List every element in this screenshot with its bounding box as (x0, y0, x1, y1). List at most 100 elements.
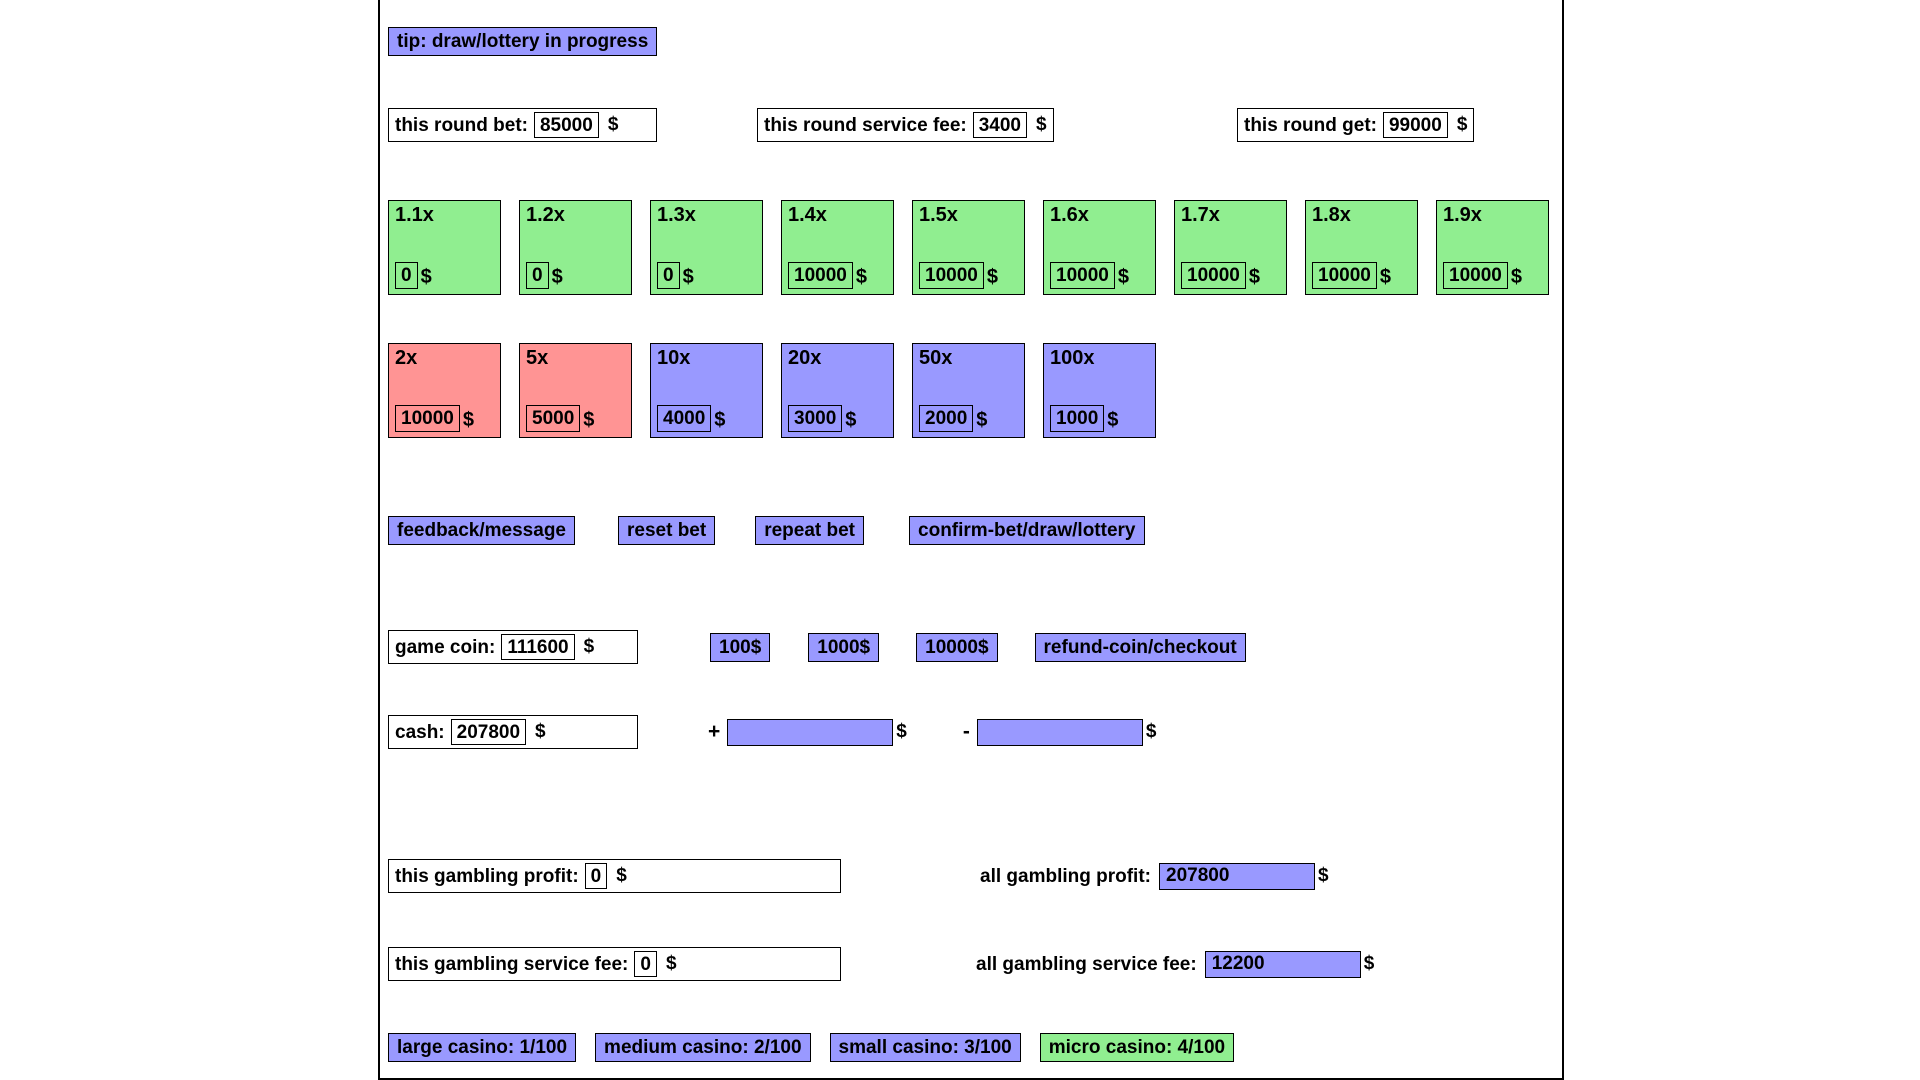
cash-add-unit: $ (896, 721, 907, 742)
bet-tile-amount-input[interactable]: 10000 (1050, 262, 1115, 289)
this-round-service-fee-group: this round service fee: 3400 $ (757, 108, 1054, 142)
bet-tile-amount-input[interactable]: 2000 (919, 405, 974, 432)
bet-tile-amount-unit: $ (986, 266, 998, 288)
action-buttons-row: feedback/message reset bet repeat bet co… (388, 516, 1145, 545)
bet-tile-amount-input[interactable]: 10000 (919, 262, 984, 289)
cash-label: cash: (395, 721, 445, 743)
bet-tile-20x[interactable]: 20x 3000 $ (781, 343, 894, 438)
game-coin-box: game coin: 111600 $ (388, 630, 638, 664)
buy-coin-100-button[interactable]: 100$ (710, 632, 771, 662)
bet-tile-multiplier-label: 5x (526, 347, 549, 369)
game-coin-unit: $ (583, 636, 595, 657)
tip-banner-row: tip: draw/lottery in progress (388, 27, 658, 56)
bet-tile-1.6x[interactable]: 1.6x 10000 $ (1043, 200, 1156, 295)
game-coin-label: game coin: (395, 636, 496, 658)
bet-tile-amount-input[interactable]: 10000 (788, 262, 853, 289)
cash-subtract-unit: $ (1145, 721, 1157, 742)
bet-tile-amount-unit: $ (1248, 266, 1260, 288)
bet-tile-amount-unit: $ (845, 409, 857, 431)
feedback-message-button[interactable]: feedback/message (388, 516, 575, 545)
this-round-service-fee-value: 3400 (972, 112, 1028, 138)
bet-tile-5x[interactable]: 5x 5000 $ (519, 343, 632, 438)
this-round-get-value: 99000 (1382, 112, 1448, 138)
bet-tile-1.3x[interactable]: 1.3x 0 $ (650, 200, 763, 295)
bet-tile-amount-group: 3000 $ (788, 405, 887, 432)
bet-tile-multiplier-label: 1.6x (1050, 204, 1089, 226)
bet-tile-amount-input[interactable]: 10000 (395, 405, 460, 432)
bet-tile-amount-input[interactable]: 0 (395, 262, 418, 289)
cash-add-input[interactable] (727, 718, 894, 746)
this-round-service-fee-label: this round service fee: (764, 114, 967, 136)
game-coin-row: game coin: 111600 $ 100$ 1000$ 10000$ re… (388, 630, 1246, 664)
cash-add-sign: + (708, 720, 721, 743)
bet-tile-amount-group: 10000 $ (395, 405, 494, 432)
this-gambling-service-fee-label: this gambling service fee: (395, 953, 629, 975)
casino-tab-2[interactable]: small casino: 3/100 (829, 1033, 1021, 1062)
bet-tile-amount-group: 1000 $ (1050, 405, 1149, 432)
cash-row: cash: 207800 $ + $ - $ (388, 715, 1156, 749)
bet-tile-10x[interactable]: 10x 4000 $ (650, 343, 763, 438)
bet-tile-amount-unit: $ (976, 409, 988, 431)
this-round-service-fee-unit: $ (1036, 114, 1047, 135)
bet-tile-1.5x[interactable]: 1.5x 10000 $ (912, 200, 1025, 295)
bet-tile-amount-input[interactable]: 3000 (788, 405, 843, 432)
this-round-bet-box: this round bet: 85000 $ (388, 108, 658, 142)
this-gambling-service-fee-box: this gambling service fee: 0 $ (388, 947, 841, 981)
bet-tile-50x[interactable]: 50x 2000 $ (912, 343, 1025, 438)
repeat-bet-button[interactable]: repeat bet (755, 516, 865, 545)
all-gambling-profit-unit: $ (1318, 865, 1329, 886)
this-round-bet-value: 85000 (533, 112, 599, 138)
bet-tile-multiplier-label: 1.8x (1312, 204, 1351, 226)
bet-tile-amount-input[interactable]: 10000 (1181, 262, 1246, 289)
bet-tile-1.9x[interactable]: 1.9x 10000 $ (1436, 200, 1549, 295)
casino-app-window: tip: draw/lottery in progress this round… (378, 0, 1564, 1080)
refund-coin-checkout-button[interactable]: refund-coin/checkout (1034, 632, 1246, 662)
cash-value: 207800 (450, 719, 527, 745)
bet-tile-amount-unit: $ (714, 409, 726, 431)
bet-tile-amount-input[interactable]: 10000 (1312, 262, 1377, 289)
bet-tile-amount-unit: $ (583, 409, 595, 431)
this-round-bet-unit: $ (607, 114, 619, 135)
confirm-bet-draw-lottery-button[interactable]: confirm-bet/draw/lottery (909, 516, 1145, 545)
bet-tile-amount-input[interactable]: 0 (657, 262, 680, 289)
this-gambling-profit-box: this gambling profit: 0 $ (388, 859, 841, 893)
bet-tile-multiplier-label: 100x (1050, 347, 1095, 369)
bet-tile-amount-group: 0 $ (395, 262, 494, 289)
bet-tile-multiplier-label: 20x (788, 347, 822, 369)
bet-tile-amount-group: 5000 $ (526, 405, 625, 432)
casino-tab-1[interactable]: medium casino: 2/100 (595, 1033, 811, 1062)
bet-tile-amount-input[interactable]: 0 (526, 262, 549, 289)
bet-tile-1.2x[interactable]: 1.2x 0 $ (519, 200, 632, 295)
bet-tile-amount-input[interactable]: 5000 (526, 405, 581, 432)
bet-tile-amount-input[interactable]: 4000 (657, 405, 712, 432)
bet-tile-amount-group: 10000 $ (1443, 262, 1542, 289)
bet-tile-amount-unit: $ (855, 266, 867, 288)
bet-tile-amount-input[interactable]: 1000 (1050, 405, 1105, 432)
this-round-get-label: this round get: (1244, 114, 1377, 136)
bet-tile-amount-group: 10000 $ (788, 262, 887, 289)
all-gambling-service-fee-label: all gambling service fee: (976, 953, 1197, 975)
cash-subtract-input[interactable] (976, 718, 1143, 746)
casino-tab-0[interactable]: large casino: 1/100 (388, 1033, 577, 1062)
bet-tile-amount-input[interactable]: 10000 (1443, 262, 1508, 289)
bet-tile-amount-group: 0 $ (657, 262, 756, 289)
buy-coin-1000-button[interactable]: 1000$ (808, 632, 880, 662)
bet-tile-amount-unit: $ (1107, 409, 1119, 431)
bet-tile-2x[interactable]: 2x 10000 $ (388, 343, 501, 438)
buy-coin-10000-button[interactable]: 10000$ (916, 632, 998, 662)
bet-tile-100x[interactable]: 100x 1000 $ (1043, 343, 1156, 438)
gambling-profit-row: this gambling profit: 0 $ all gambling p… (388, 859, 1329, 893)
bet-tile-1.7x[interactable]: 1.7x 10000 $ (1174, 200, 1287, 295)
bet-tile-amount-group: 10000 $ (919, 262, 1018, 289)
this-gambling-service-fee-unit: $ (665, 953, 677, 974)
bet-tile-1.4x[interactable]: 1.4x 10000 $ (781, 200, 894, 295)
bet-tile-amount-unit: $ (1117, 266, 1129, 288)
bet-tile-1.8x[interactable]: 1.8x 10000 $ (1305, 200, 1418, 295)
bet-tile-amount-group: 0 $ (526, 262, 625, 289)
casino-tab-3[interactable]: micro casino: 4/100 (1039, 1033, 1235, 1062)
bet-tile-1.1x[interactable]: 1.1x 0 $ (388, 200, 501, 295)
this-gambling-profit-value: 0 (584, 863, 608, 889)
reset-bet-button[interactable]: reset bet (618, 516, 716, 545)
this-round-get-unit: $ (1456, 114, 1468, 135)
game-coin-value: 111600 (501, 634, 575, 660)
